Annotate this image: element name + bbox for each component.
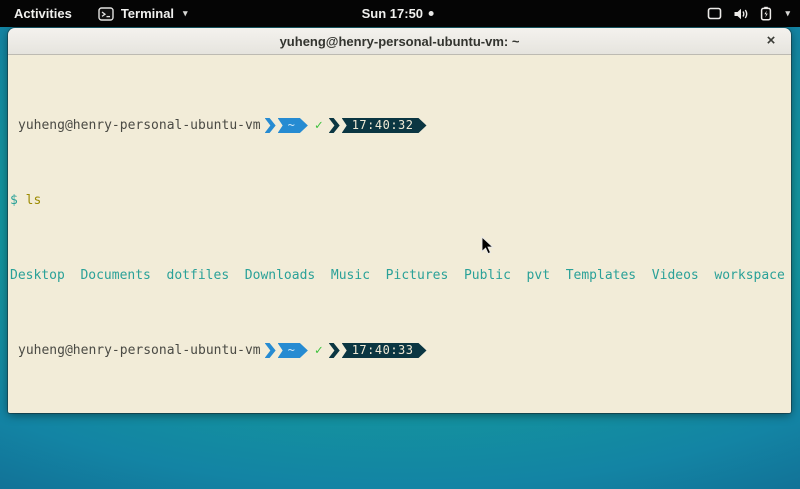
screen-icon	[707, 7, 722, 20]
prompt-line-2: yuheng@henry-personal-ubuntu-vm ~ ✓ 17:4…	[10, 343, 789, 358]
window-title: yuheng@henry-personal-ubuntu-vm: ~	[280, 34, 520, 49]
screen: Activities Terminal ▾ Sun 17:50	[0, 0, 800, 489]
app-menu-terminal[interactable]: Terminal ▾	[98, 6, 188, 21]
close-button[interactable]: ×	[762, 32, 780, 50]
battery-charging-icon	[760, 6, 772, 21]
prompt-user: yuheng@henry-personal-ubuntu-vm	[10, 343, 261, 358]
prompt-line-1: yuheng@henry-personal-ubuntu-vm ~ ✓ 17:4…	[10, 118, 789, 133]
ls-output: Desktop Documents dotfiles Downloads Mus…	[10, 268, 789, 283]
status-check-icon: ✓	[315, 343, 323, 358]
gnome-top-bar: Activities Terminal ▾ Sun 17:50	[0, 0, 800, 27]
cwd-segment: ~	[278, 343, 308, 358]
activities-button[interactable]: Activities	[10, 6, 76, 21]
terminal-app-icon	[98, 7, 114, 21]
volume-icon	[733, 7, 749, 21]
typed-command: ls	[26, 193, 42, 208]
notification-dot-icon	[429, 11, 434, 16]
mouse-pointer-icon	[481, 236, 494, 255]
desktop-background: yuheng@henry-personal-ubuntu-vm: ~ × yuh…	[0, 27, 800, 489]
status-check-icon: ✓	[315, 118, 323, 133]
powerline-chevron-icon	[265, 343, 276, 358]
chevron-down-icon: ▾	[183, 8, 188, 19]
prompt-symbol: $	[10, 193, 18, 208]
timestamp-segment: 17:40:33	[342, 343, 427, 358]
powerline-chevron-icon	[265, 118, 276, 133]
window-titlebar[interactable]: yuheng@henry-personal-ubuntu-vm: ~ ×	[8, 28, 791, 55]
terminal-content[interactable]: yuheng@henry-personal-ubuntu-vm ~ ✓ 17:4…	[8, 55, 791, 413]
chevron-down-icon: ▾	[785, 8, 790, 19]
terminal-window: yuheng@henry-personal-ubuntu-vm: ~ × yuh…	[8, 28, 791, 413]
command-line: $ ls	[10, 193, 789, 208]
powerline-chevron-icon	[329, 118, 340, 133]
powerline-chevron-icon	[329, 343, 340, 358]
system-status-menu[interactable]: ▾	[707, 0, 790, 27]
app-menu-label: Terminal	[121, 6, 174, 21]
prompt-user: yuheng@henry-personal-ubuntu-vm	[10, 118, 261, 133]
timestamp-segment: 17:40:32	[342, 118, 427, 133]
cwd-segment: ~	[278, 118, 308, 133]
clock-menu[interactable]: Sun 17:50	[362, 0, 434, 27]
clock-label: Sun 17:50	[362, 6, 423, 21]
